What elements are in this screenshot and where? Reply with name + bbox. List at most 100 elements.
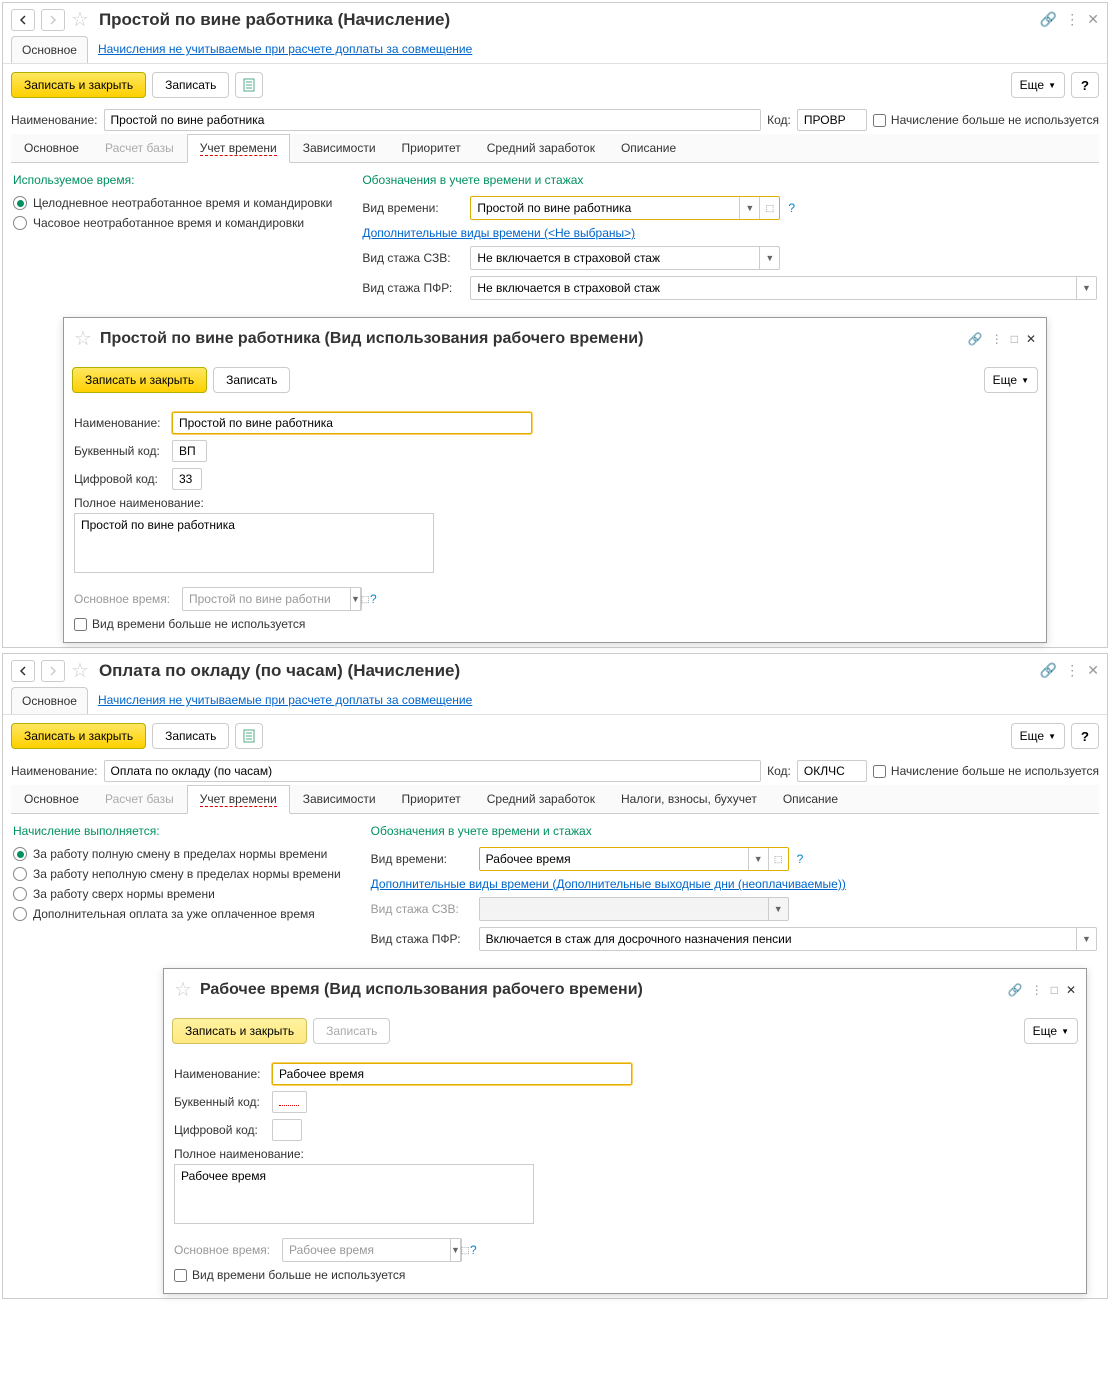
tab-priority[interactable]: Приоритет [389,785,474,813]
tab-base[interactable]: Расчет базы [92,134,187,162]
link-icon[interactable]: 🔗 [968,332,983,346]
unused-checkbox[interactable]: Вид времени больше не используется [74,617,305,631]
base-combo[interactable]: ▼⬚ [182,587,362,611]
unused-checkbox[interactable]: Начисление больше не используется [873,113,1099,127]
star-icon[interactable]: ☆ [71,7,89,32]
full-name-textarea[interactable] [74,513,434,573]
tab-deps[interactable]: Зависимости [290,134,389,162]
help-icon[interactable]: ? [370,592,377,606]
help-icon[interactable]: ? [470,1243,477,1257]
link-icon[interactable]: 🔗 [1008,983,1023,997]
tab-time[interactable]: Учет времени [187,134,290,163]
menu-icon[interactable]: ⋮ [1065,662,1079,679]
tab-base[interactable]: Расчет базы [92,785,187,813]
save-close-button[interactable]: Записать и закрыть [172,1018,307,1044]
tab-average[interactable]: Средний заработок [474,134,608,162]
more-button[interactable]: Еще ▼ [984,367,1038,393]
more-button[interactable]: Еще ▼ [1024,1018,1078,1044]
back-button[interactable] [11,660,35,682]
link-icon[interactable]: 🔗 [1040,662,1057,679]
num-input[interactable] [272,1119,302,1141]
letter-input[interactable] [272,1091,307,1113]
tab-priority[interactable]: Приоритет [389,134,474,162]
close-icon[interactable]: ✕ [1087,662,1099,679]
name-input[interactable] [172,412,532,434]
pfr-combo[interactable]: ▼ [479,927,1097,951]
timekind-combo[interactable]: ▼⬚ [479,847,789,871]
close-icon[interactable]: ✕ [1026,332,1036,346]
tab-average[interactable]: Средний заработок [474,785,608,813]
tab-general[interactable]: Основное [11,134,92,162]
radio-hourly[interactable]: Часовое неотработанное время и командиро… [13,213,332,233]
radio-overtime[interactable]: За работу сверх нормы времени [13,884,341,904]
tab-main[interactable]: Основное [11,687,88,714]
name-input[interactable] [272,1063,632,1085]
tab-exclusions-link[interactable]: Начисления не учитываемые при расчете до… [88,36,482,63]
code-input[interactable] [797,109,867,131]
tab-time[interactable]: Учет времени [187,785,290,814]
forward-button[interactable] [41,660,65,682]
menu-icon[interactable]: ⋮ [1065,11,1079,28]
save-button[interactable]: Записать [213,367,290,393]
help-button[interactable]: ? [1071,72,1099,98]
unused-checkbox[interactable]: Вид времени больше не используется [174,1268,405,1282]
close-icon[interactable]: ✕ [1066,983,1076,997]
dialog-timekind-1: ☆ Простой по вине работника (Вид использ… [63,317,1047,643]
code-input[interactable] [797,760,867,782]
name-input[interactable] [104,760,762,782]
radio-partial-shift[interactable]: За работу неполную смену в пределах норм… [13,864,341,884]
menu-icon[interactable]: ⋮ [991,332,1003,346]
timekind-label: Вид времени: [362,201,462,215]
unused-checkbox[interactable]: Начисление больше не используется [873,764,1099,778]
radio-full-day[interactable]: Целодневное неотработанное время и коман… [13,193,332,213]
help-icon[interactable]: ? [788,201,795,215]
star-icon[interactable]: ☆ [74,326,92,351]
additional-times-link[interactable]: Дополнительные виды времени (<Не выбраны… [362,226,635,240]
chevron-down-icon: ▼ [450,1239,460,1261]
open-icon: ⬚ [360,588,370,610]
timekind-combo[interactable]: ▼⬚ [470,196,780,220]
more-button[interactable]: Еще ▼ [1011,723,1065,749]
maximize-icon[interactable]: □ [1011,332,1018,346]
link-icon[interactable]: 🔗 [1040,11,1057,28]
name-input[interactable] [104,109,762,131]
menu-icon[interactable]: ⋮ [1031,983,1043,997]
additional-times-link[interactable]: Дополнительные виды времени (Дополнитель… [371,877,846,891]
tab-general[interactable]: Основное [11,785,92,813]
full-name-textarea[interactable] [174,1164,534,1224]
window-accrual-1: ☆ Простой по вине работника (Начисление)… [2,2,1108,648]
base-label: Основное время: [174,1243,274,1257]
window-title: Простой по вине работника (Начисление) [95,10,1034,30]
tab-exclusions-link[interactable]: Начисления не учитываемые при расчете до… [88,687,482,714]
report-icon-button[interactable] [235,723,263,749]
tab-deps[interactable]: Зависимости [290,785,389,813]
report-icon-button[interactable] [235,72,263,98]
tab-main[interactable]: Основное [11,36,88,63]
save-close-button[interactable]: Записать и закрыть [72,367,207,393]
letter-input[interactable] [172,440,207,462]
tab-taxes[interactable]: Налоги, взносы, бухучет [608,785,770,813]
pfr-combo[interactable]: ▼ [470,276,1097,300]
close-icon[interactable]: ✕ [1087,11,1099,28]
radio-full-shift[interactable]: За работу полную смену в пределах нормы … [13,844,341,864]
radio-additional[interactable]: Дополнительная оплата за уже оплаченное … [13,904,341,924]
tab-desc[interactable]: Описание [770,785,851,813]
save-button[interactable]: Записать [152,723,229,749]
help-icon[interactable]: ? [797,852,804,866]
save-button[interactable]: Записать [313,1018,390,1044]
forward-button[interactable] [41,9,65,31]
save-close-button[interactable]: Записать и закрыть [11,72,146,98]
more-button[interactable]: Еще ▼ [1011,72,1065,98]
help-button[interactable]: ? [1071,723,1099,749]
back-button[interactable] [11,9,35,31]
dialog-timekind-2: ☆ Рабочее время (Вид использования рабоч… [163,968,1087,1294]
maximize-icon[interactable]: □ [1051,983,1058,997]
save-close-button[interactable]: Записать и закрыть [11,723,146,749]
szv-combo[interactable]: ▼ [470,246,780,270]
save-button[interactable]: Записать [152,72,229,98]
star-icon[interactable]: ☆ [174,977,192,1002]
num-input[interactable] [172,468,202,490]
tab-desc[interactable]: Описание [608,134,689,162]
star-icon[interactable]: ☆ [71,658,89,683]
base-combo[interactable]: ▼⬚ [282,1238,462,1262]
